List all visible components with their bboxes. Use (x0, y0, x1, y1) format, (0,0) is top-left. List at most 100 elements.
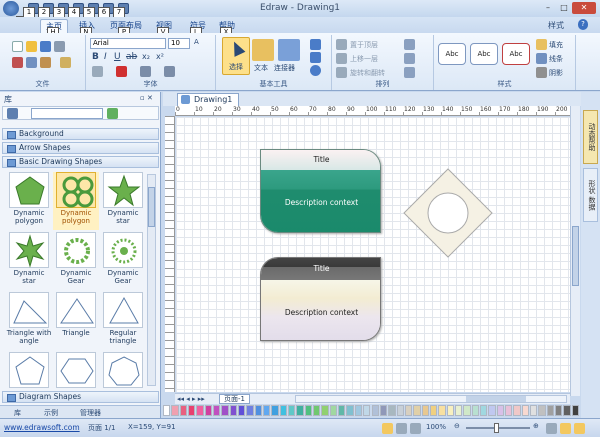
color-swatch[interactable] (171, 405, 179, 416)
shape-dynamic-star-1[interactable]: Dynamic star (100, 172, 146, 230)
color-swatch[interactable] (238, 405, 246, 416)
shape-heptagon-preview[interactable] (100, 352, 146, 388)
rotate-flip-icon[interactable] (336, 67, 347, 78)
color-swatch[interactable] (371, 405, 379, 416)
tab-examples[interactable]: 示例 (44, 408, 58, 418)
color-swatch[interactable] (538, 405, 546, 416)
color-swatch[interactable] (221, 405, 229, 416)
font-size-input[interactable]: 10 (168, 38, 190, 49)
color-swatch[interactable] (438, 405, 446, 416)
shape-data-tab[interactable]: 形状 数据 (583, 168, 598, 222)
color-swatch[interactable] (521, 405, 529, 416)
color-swatch[interactable] (496, 405, 504, 416)
color-swatch[interactable] (471, 405, 479, 416)
library-search-go-icon[interactable] (107, 108, 118, 119)
line-tool-icon[interactable] (310, 39, 321, 50)
rotate-flip-label[interactable]: 旋转和翻转 (350, 68, 385, 78)
bring-top-icon[interactable] (336, 39, 347, 50)
tab-manager[interactable]: 管理器 (80, 408, 101, 418)
zoom-in-icon[interactable]: ⊕ (533, 422, 539, 430)
bold-icon[interactable]: B (92, 52, 99, 62)
style-box-1[interactable]: Abc (438, 43, 466, 65)
library-search-input[interactable] (31, 108, 103, 119)
underline-icon[interactable]: U (114, 52, 121, 62)
select-tool[interactable]: 选择 (222, 37, 250, 75)
color-swatch[interactable] (513, 405, 521, 416)
minimize-button[interactable]: – (540, 2, 556, 14)
bullets-icon[interactable] (92, 66, 103, 77)
line-label[interactable]: 线条 (549, 54, 563, 64)
shape-dynamic-gear-1[interactable]: Dynamic Gear (53, 232, 99, 290)
color-swatch[interactable] (354, 405, 363, 416)
library-panel-controls[interactable]: ▫ ✕ (140, 94, 153, 102)
horizontal-scrollbar[interactable] (295, 395, 567, 403)
color-swatch[interactable] (488, 405, 496, 416)
color-swatch[interactable] (404, 405, 413, 416)
color-swatch[interactable] (196, 405, 204, 416)
color-swatch[interactable] (246, 405, 254, 416)
color-swatch[interactable] (254, 405, 263, 416)
text-tool-icon[interactable] (252, 39, 274, 61)
align-icon[interactable] (140, 66, 151, 77)
shape-pentagon-preview[interactable] (6, 352, 52, 388)
color-swatch[interactable] (421, 405, 429, 416)
shape-dynamic-polygon-2[interactable]: Dynamic polygon (53, 172, 99, 230)
format-painter-icon[interactable] (60, 57, 71, 68)
align-shapes-icon[interactable] (404, 39, 415, 50)
info-card-green[interactable]: Title Description context (260, 149, 381, 233)
color-swatch[interactable] (279, 405, 288, 416)
superscript-icon[interactable]: x² (156, 52, 164, 61)
diamond-ring-shape[interactable] (402, 167, 494, 259)
open-icon[interactable] (26, 41, 37, 52)
help-icon[interactable]: ? (578, 19, 588, 30)
print-icon[interactable] (54, 41, 65, 52)
connector-tool-icon[interactable] (278, 39, 300, 61)
shape-dynamic-star-2[interactable]: Dynamic star (6, 232, 52, 290)
subscript-icon[interactable]: x₂ (142, 52, 150, 61)
indent-icon[interactable] (164, 66, 175, 77)
arc-tool-icon[interactable] (310, 52, 321, 63)
color-swatch[interactable] (313, 405, 321, 416)
fill-icon[interactable] (536, 39, 547, 50)
horizontal-scroll-thumb[interactable] (466, 396, 526, 402)
view-full-icon[interactable] (410, 423, 421, 434)
document-tab[interactable]: Drawing1 (177, 93, 239, 106)
style-box-3[interactable]: Abc (502, 43, 530, 65)
shape-hexagon-preview[interactable] (53, 352, 99, 388)
color-swatch[interactable] (388, 405, 396, 416)
canvas-scroll-thumb[interactable] (572, 226, 579, 286)
tab-library[interactable]: 库 (14, 408, 21, 418)
color-swatch[interactable] (321, 405, 329, 416)
view-normal-icon[interactable] (382, 423, 393, 434)
color-swatch[interactable] (379, 405, 388, 416)
color-swatch[interactable] (229, 405, 238, 416)
color-swatch[interactable] (179, 405, 187, 416)
shape-regular-triangle[interactable]: Regular triangle (100, 292, 146, 350)
zoom-slider[interactable] (466, 423, 530, 433)
canvas-vertical-scrollbar[interactable] (570, 106, 580, 396)
info-card-dark[interactable]: Title Description context (260, 257, 381, 341)
style-box-2[interactable]: Abc (470, 43, 498, 65)
color-swatch[interactable] (296, 405, 304, 416)
zoom-out-icon[interactable]: ⊖ (454, 422, 460, 430)
group-shapes-icon[interactable] (404, 67, 415, 78)
page-nav-icons[interactable]: ◂◂ ◂ ▸ ▸▸ (177, 395, 205, 403)
line-icon[interactable] (536, 53, 547, 64)
color-swatch[interactable] (546, 405, 554, 416)
shadow-icon[interactable] (536, 67, 547, 78)
color-swatch[interactable] (413, 405, 421, 416)
save-icon[interactable] (40, 41, 51, 52)
maximize-button[interactable]: □ (556, 2, 572, 14)
fit-width-icon[interactable] (560, 423, 571, 434)
color-swatch[interactable] (463, 405, 471, 416)
dynamic-help-tab[interactable]: 动态帮助 (583, 110, 598, 164)
italic-icon[interactable]: I (104, 52, 107, 62)
color-swatch[interactable] (479, 405, 488, 416)
color-swatch[interactable] (304, 405, 313, 416)
shadow-label[interactable]: 阴影 (549, 68, 563, 78)
fit-page-icon[interactable] (546, 423, 557, 434)
color-swatch[interactable] (554, 405, 563, 416)
bring-top-label[interactable]: 置于顶层 (350, 40, 378, 50)
color-swatch[interactable] (363, 405, 371, 416)
color-swatch[interactable] (338, 405, 346, 416)
